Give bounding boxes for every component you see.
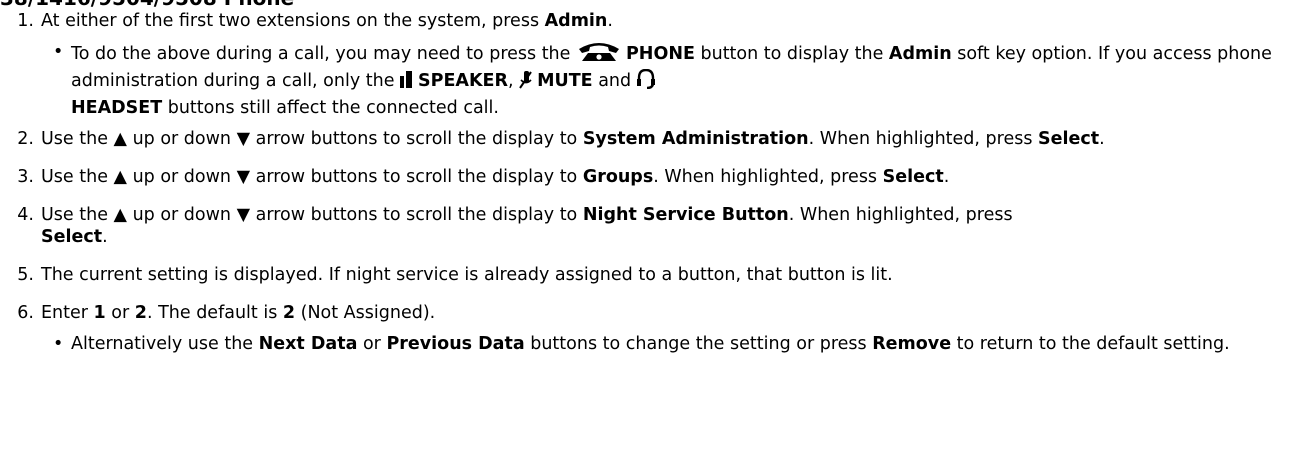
up-arrow-icon: ▲ (113, 205, 128, 225)
headset-icon (636, 68, 655, 96)
down-arrow-icon: ▼ (236, 205, 251, 225)
up-arrow-icon: ▲ (113, 129, 128, 149)
step-number: 2. (17, 129, 34, 149)
phone-icon (576, 40, 622, 69)
step-number: 1. (17, 11, 34, 31)
up-arrow-icon: ▲ (113, 167, 128, 187)
down-arrow-icon: ▼ (236, 167, 251, 187)
bullet-dot: • (53, 42, 64, 62)
mute-icon (519, 71, 533, 96)
speaker-icon (400, 71, 414, 96)
bullet-dot: • (53, 334, 64, 354)
step-1: 1. At either of the first two extensions… (0, 10, 1292, 120)
step-4: 4. Use the ▲ up or down ▼ arrow buttons … (0, 204, 1292, 248)
step-6: 6. Enter 1 or 2. The default is 2 (Not A… (0, 302, 1292, 356)
step-2: 2. Use the ▲ up or down ▼ arrow buttons … (0, 128, 1292, 150)
step-6-note: • Alternatively use the Next Data or Pre… (53, 334, 1230, 354)
procedure-steps: 1. At either of the first two extensions… (0, 10, 1292, 364)
step-number: 3. (17, 167, 34, 187)
step-5: 5. The current setting is displayed. If … (0, 264, 1292, 286)
page-heading: 38/1416/9504/9508 Phone (0, 0, 294, 10)
step-number: 6. (17, 303, 34, 323)
step-1-note: • To do the above during a call, you may… (53, 40, 1272, 118)
step-number: 4. (17, 205, 34, 225)
step-number: 5. (17, 265, 34, 285)
down-arrow-icon: ▼ (236, 129, 251, 149)
step-3: 3. Use the ▲ up or down ▼ arrow buttons … (0, 166, 1292, 188)
